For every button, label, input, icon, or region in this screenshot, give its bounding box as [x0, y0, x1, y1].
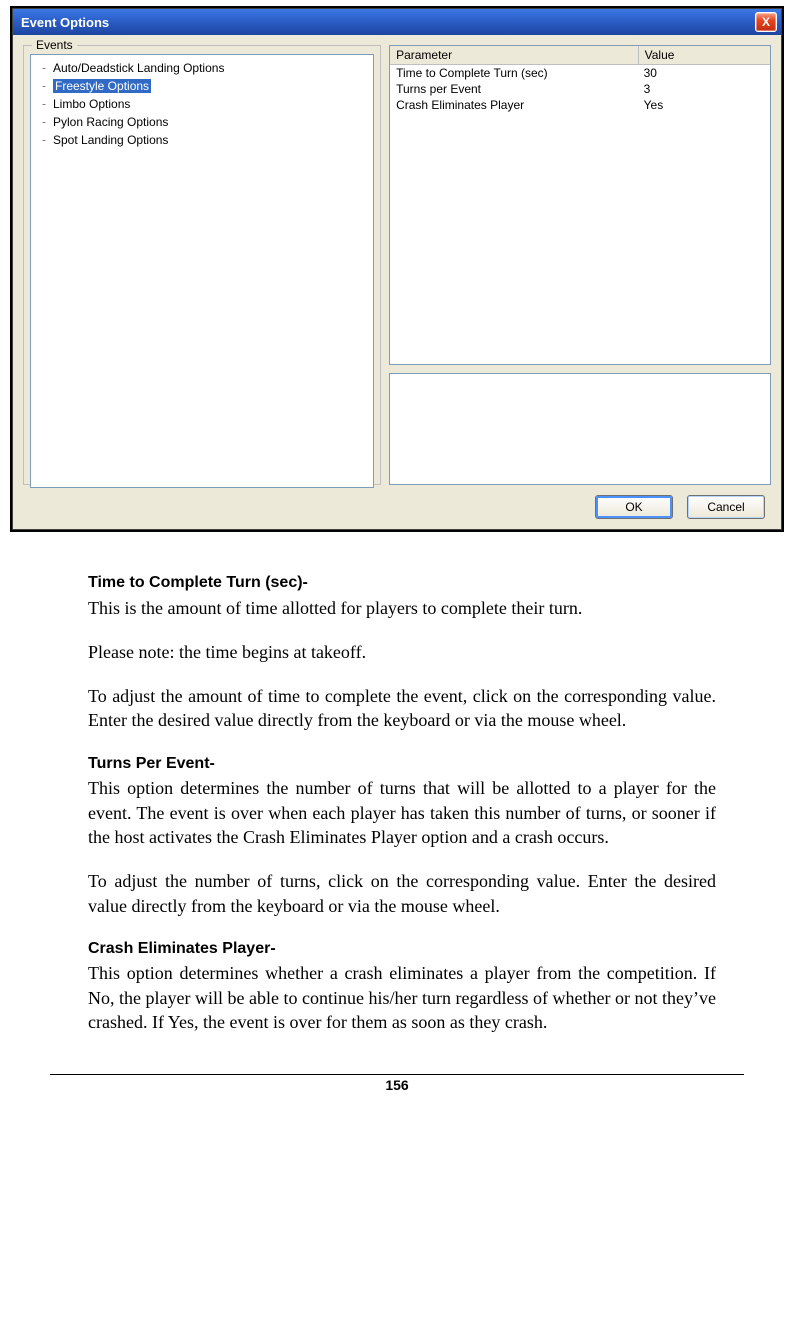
document-body: Time to Complete Turn (sec)- This is the… — [10, 572, 784, 1034]
ok-button[interactable]: OK — [595, 495, 673, 519]
tree-connector-icon: - — [37, 115, 51, 129]
param-name: Crash Eliminates Player — [390, 97, 638, 113]
tree-item[interactable]: - Freestyle Options — [33, 77, 371, 95]
param-name: Turns per Event — [390, 81, 638, 97]
tree-item-label: Pylon Racing Options — [53, 115, 168, 129]
heading-crash-eliminates: Crash Eliminates Player- — [88, 938, 716, 960]
tree-item-label: Auto/Deadstick Landing Options — [53, 61, 224, 75]
header-parameter[interactable]: Parameter — [390, 46, 639, 64]
close-icon: X — [762, 16, 770, 28]
tree-item-label: Freestyle Options — [53, 79, 151, 93]
tree-item-label: Spot Landing Options — [53, 133, 168, 147]
param-name: Time to Complete Turn (sec) — [390, 65, 638, 81]
events-tree[interactable]: - Auto/Deadstick Landing Options - Frees… — [30, 54, 374, 488]
cancel-button[interactable]: Cancel — [687, 495, 765, 519]
parameter-list: Parameter Value Time to Complete Turn (s… — [389, 45, 771, 365]
dialog-title: Event Options — [21, 15, 109, 30]
tree-item[interactable]: - Limbo Options — [33, 95, 371, 113]
paragraph: To adjust the number of turns, click on … — [88, 869, 716, 918]
param-value: 3 — [638, 81, 770, 97]
param-value: Yes — [638, 97, 770, 113]
tree-connector-icon: - — [37, 133, 51, 147]
tree-item[interactable]: - Auto/Deadstick Landing Options — [33, 59, 371, 77]
titlebar[interactable]: Event Options X — [13, 9, 781, 35]
tree-connector-icon: - — [37, 79, 51, 93]
tree-connector-icon: - — [37, 97, 51, 111]
param-row[interactable]: Crash Eliminates Player Yes — [390, 97, 770, 113]
tree-connector-icon: - — [37, 61, 51, 75]
events-group: Events - Auto/Deadstick Landing Options … — [23, 45, 381, 485]
heading-turns-per-event: Turns Per Event- — [88, 753, 716, 775]
tree-item-label: Limbo Options — [53, 97, 130, 111]
paragraph: This option determines the number of tur… — [88, 776, 716, 849]
event-options-dialog: Event Options X Events - Auto/Deadstick … — [10, 6, 784, 532]
description-pane — [389, 373, 771, 485]
param-row[interactable]: Time to Complete Turn (sec) 30 — [390, 65, 770, 81]
paragraph: This is the amount of time allotted for … — [88, 596, 716, 620]
close-button[interactable]: X — [755, 12, 777, 32]
paragraph: To adjust the amount of time to complete… — [88, 684, 716, 733]
page-number: 156 — [0, 1077, 794, 1103]
tree-item[interactable]: - Pylon Racing Options — [33, 113, 371, 131]
param-row[interactable]: Turns per Event 3 — [390, 81, 770, 97]
paragraph: This option determines whether a crash e… — [88, 961, 716, 1034]
paragraph: Please note: the time begins at takeoff. — [88, 640, 716, 664]
header-value[interactable]: Value — [639, 46, 770, 64]
footer-rule — [50, 1074, 744, 1075]
heading-time-to-complete: Time to Complete Turn (sec)- — [88, 572, 716, 594]
events-legend: Events — [32, 38, 77, 52]
param-value: 30 — [638, 65, 770, 81]
tree-item[interactable]: - Spot Landing Options — [33, 131, 371, 149]
parameter-header: Parameter Value — [390, 46, 770, 65]
